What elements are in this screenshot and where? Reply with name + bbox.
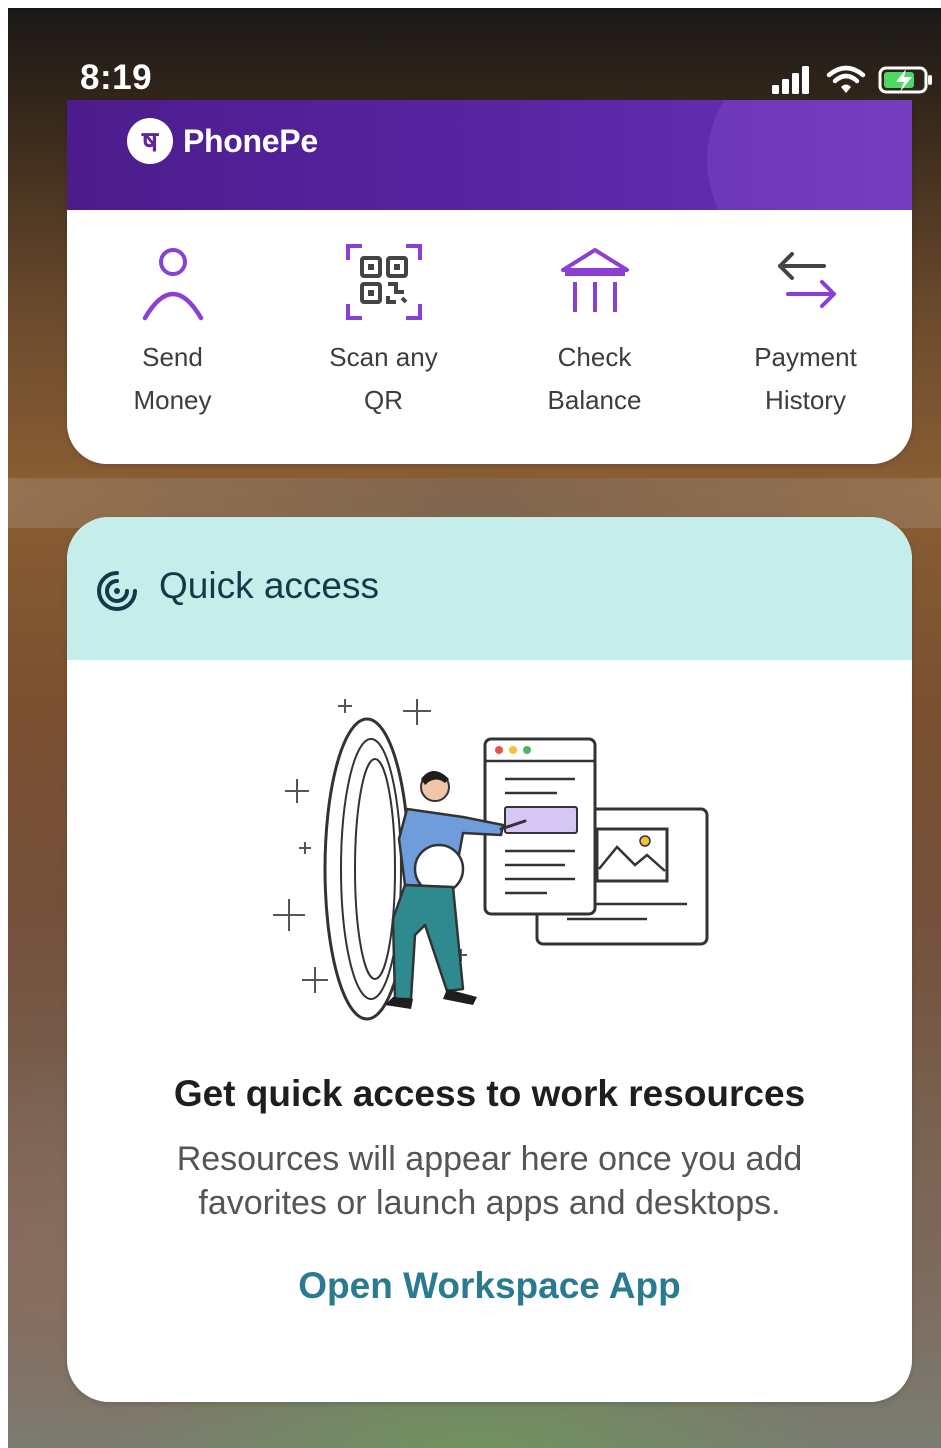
battery-charging-icon (878, 66, 932, 94)
check-balance-button[interactable]: Check Balance (489, 240, 700, 422)
phonepe-widget[interactable]: ष PhonePe Send Money Scan any QR Check B… (67, 100, 912, 464)
workspace-illustration (273, 699, 709, 1021)
phonepe-header: ष PhonePe (67, 100, 912, 210)
action-label: Check Balance (547, 342, 642, 415)
phonepe-actions: Send Money Scan any QR Check Balance Pay… (67, 240, 912, 422)
open-workspace-app-link[interactable]: Open Workspace App (67, 1265, 912, 1307)
wifi-icon (826, 65, 866, 93)
cellular-signal-icon (772, 66, 809, 94)
action-label: Scan any QR (329, 342, 438, 415)
person-icon (142, 248, 203, 321)
brand-name: PhonePe (183, 122, 318, 159)
status-icons (770, 62, 936, 98)
phonepe-logo-icon: ष (127, 118, 173, 164)
payment-history-button[interactable]: Payment History (700, 240, 911, 422)
bank-icon (560, 248, 629, 312)
quick-access-header: Quick access (67, 517, 912, 660)
quick-access-widget[interactable]: Quick access Get quick access to work re… (67, 517, 912, 1402)
quick-access-heading: Get quick access to work resources (173, 1073, 806, 1114)
transfer-arrows-icon (777, 252, 836, 308)
action-label: Payment History (754, 342, 857, 415)
action-label: Send Money (133, 342, 212, 415)
quick-access-description: Resources will appear here once you add … (176, 1140, 803, 1222)
scan-qr-button[interactable]: Scan any QR (278, 240, 489, 422)
status-time: 8:19 (80, 58, 153, 97)
qr-scan-icon (345, 244, 422, 320)
quick-access-icon (97, 571, 137, 611)
send-money-button[interactable]: Send Money (67, 240, 278, 422)
quick-access-title: Quick access (159, 565, 380, 606)
brand: ष PhonePe (127, 118, 318, 164)
